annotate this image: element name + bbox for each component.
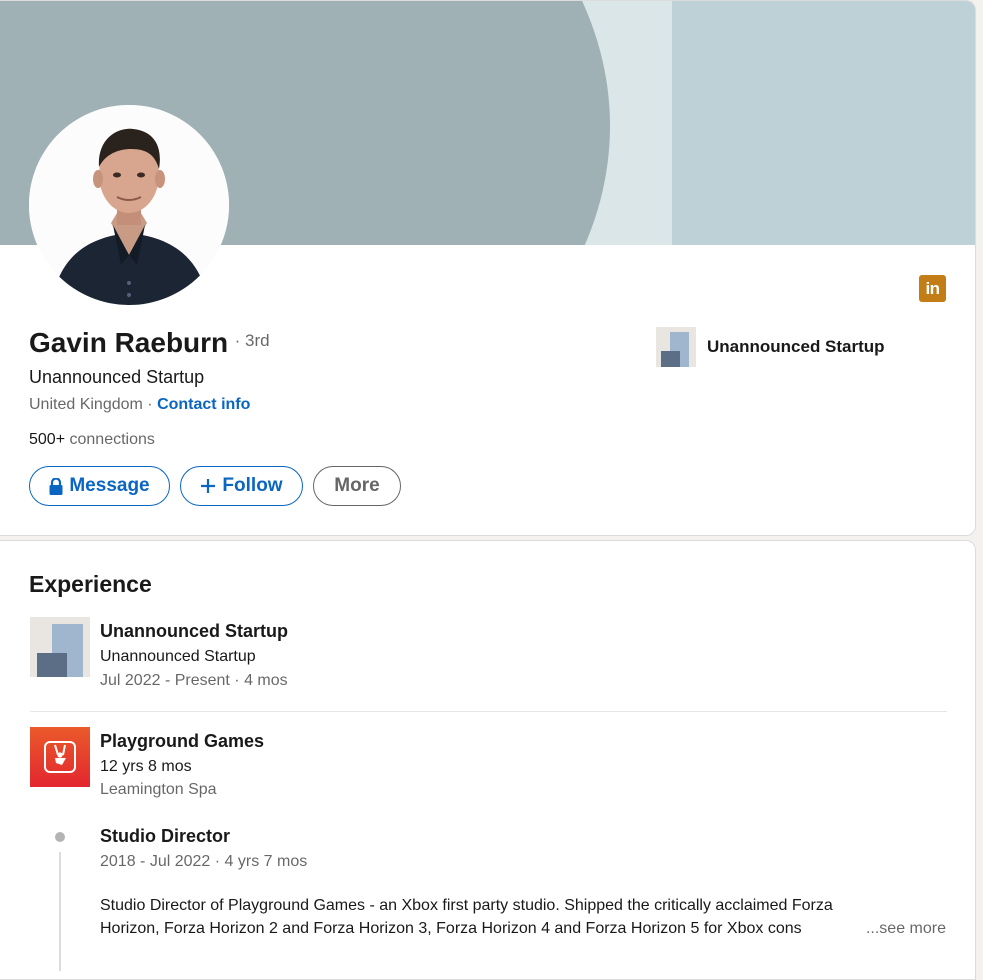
connections-number: 500+ [29,431,66,448]
more-button-label: More [334,475,380,496]
connections-count[interactable]: 500+ connections [29,431,155,449]
experience-subtitle: Unannounced Startup [100,648,256,665]
avatar-photo [29,105,229,305]
follow-button-label: Follow [222,475,283,496]
startup-logo-icon [656,327,696,367]
experience-item[interactable]: Unannounced Startup Unannounced Startup … [100,621,288,690]
profile-name-row: Gavin Raeburn · 3rd [29,327,270,359]
connection-degree: · 3rd [234,331,270,350]
location-separator: · [142,396,158,413]
message-button[interactable]: Message [29,466,170,506]
timeline-dot [55,832,65,842]
message-button-label: Message [69,475,150,496]
role-item[interactable]: Studio Director 2018 - Jul 2022 · 4 yrs … [100,826,307,871]
current-company-name: Unannounced Startup [707,337,885,356]
timeline-line [59,852,61,971]
role-description-line: Horizon, Forza Horizon 2 and Forza Horiz… [100,920,802,937]
role-description: Studio Director of Playground Games - an… [100,894,950,940]
playground-games-logo-icon[interactable] [30,727,90,787]
follow-button[interactable]: Follow [180,466,303,506]
experience-company: Unannounced Startup [100,621,288,641]
profile-location: United Kingdom [29,396,143,413]
current-company-link[interactable]: Unannounced Startup [656,327,885,367]
profile-card: in Gavin Raeburn · 3rd Unannounced Start… [0,0,976,536]
contact-info-link[interactable]: Contact info [157,396,250,413]
role-dates: 2018 - Jul 2022 · 4 yrs 7 mos [100,853,308,870]
experience-heading: Experience [29,571,152,597]
experience-dates: Jul 2022 - Present · 4 mos [100,672,288,689]
profile-headline: Unannounced Startup [29,367,205,387]
experience-item[interactable]: Playground Games 12 yrs 8 mos Leamington… [100,731,264,799]
see-more-link[interactable]: ...see more [866,917,946,940]
more-button[interactable]: More [313,466,401,506]
experience-company: Playground Games [100,731,265,751]
startup-logo-icon[interactable] [30,617,90,677]
location-row: United Kingdom · Contact info [29,396,250,414]
profile-avatar[interactable] [29,105,229,305]
connections-label: connections [65,431,155,448]
linkedin-icon[interactable]: in [919,275,946,302]
profile-name: Gavin Raeburn [29,327,229,358]
experience-duration: 12 yrs 8 mos [100,758,192,775]
swing-icon [54,744,66,765]
role-title: Studio Director [100,826,231,846]
experience-location: Leamington Spa [100,781,217,798]
role-description-line: Studio Director of Playground Games - an… [100,897,833,914]
experience-divider [30,711,947,712]
plus-icon [201,479,216,493]
lock-icon [49,477,63,495]
